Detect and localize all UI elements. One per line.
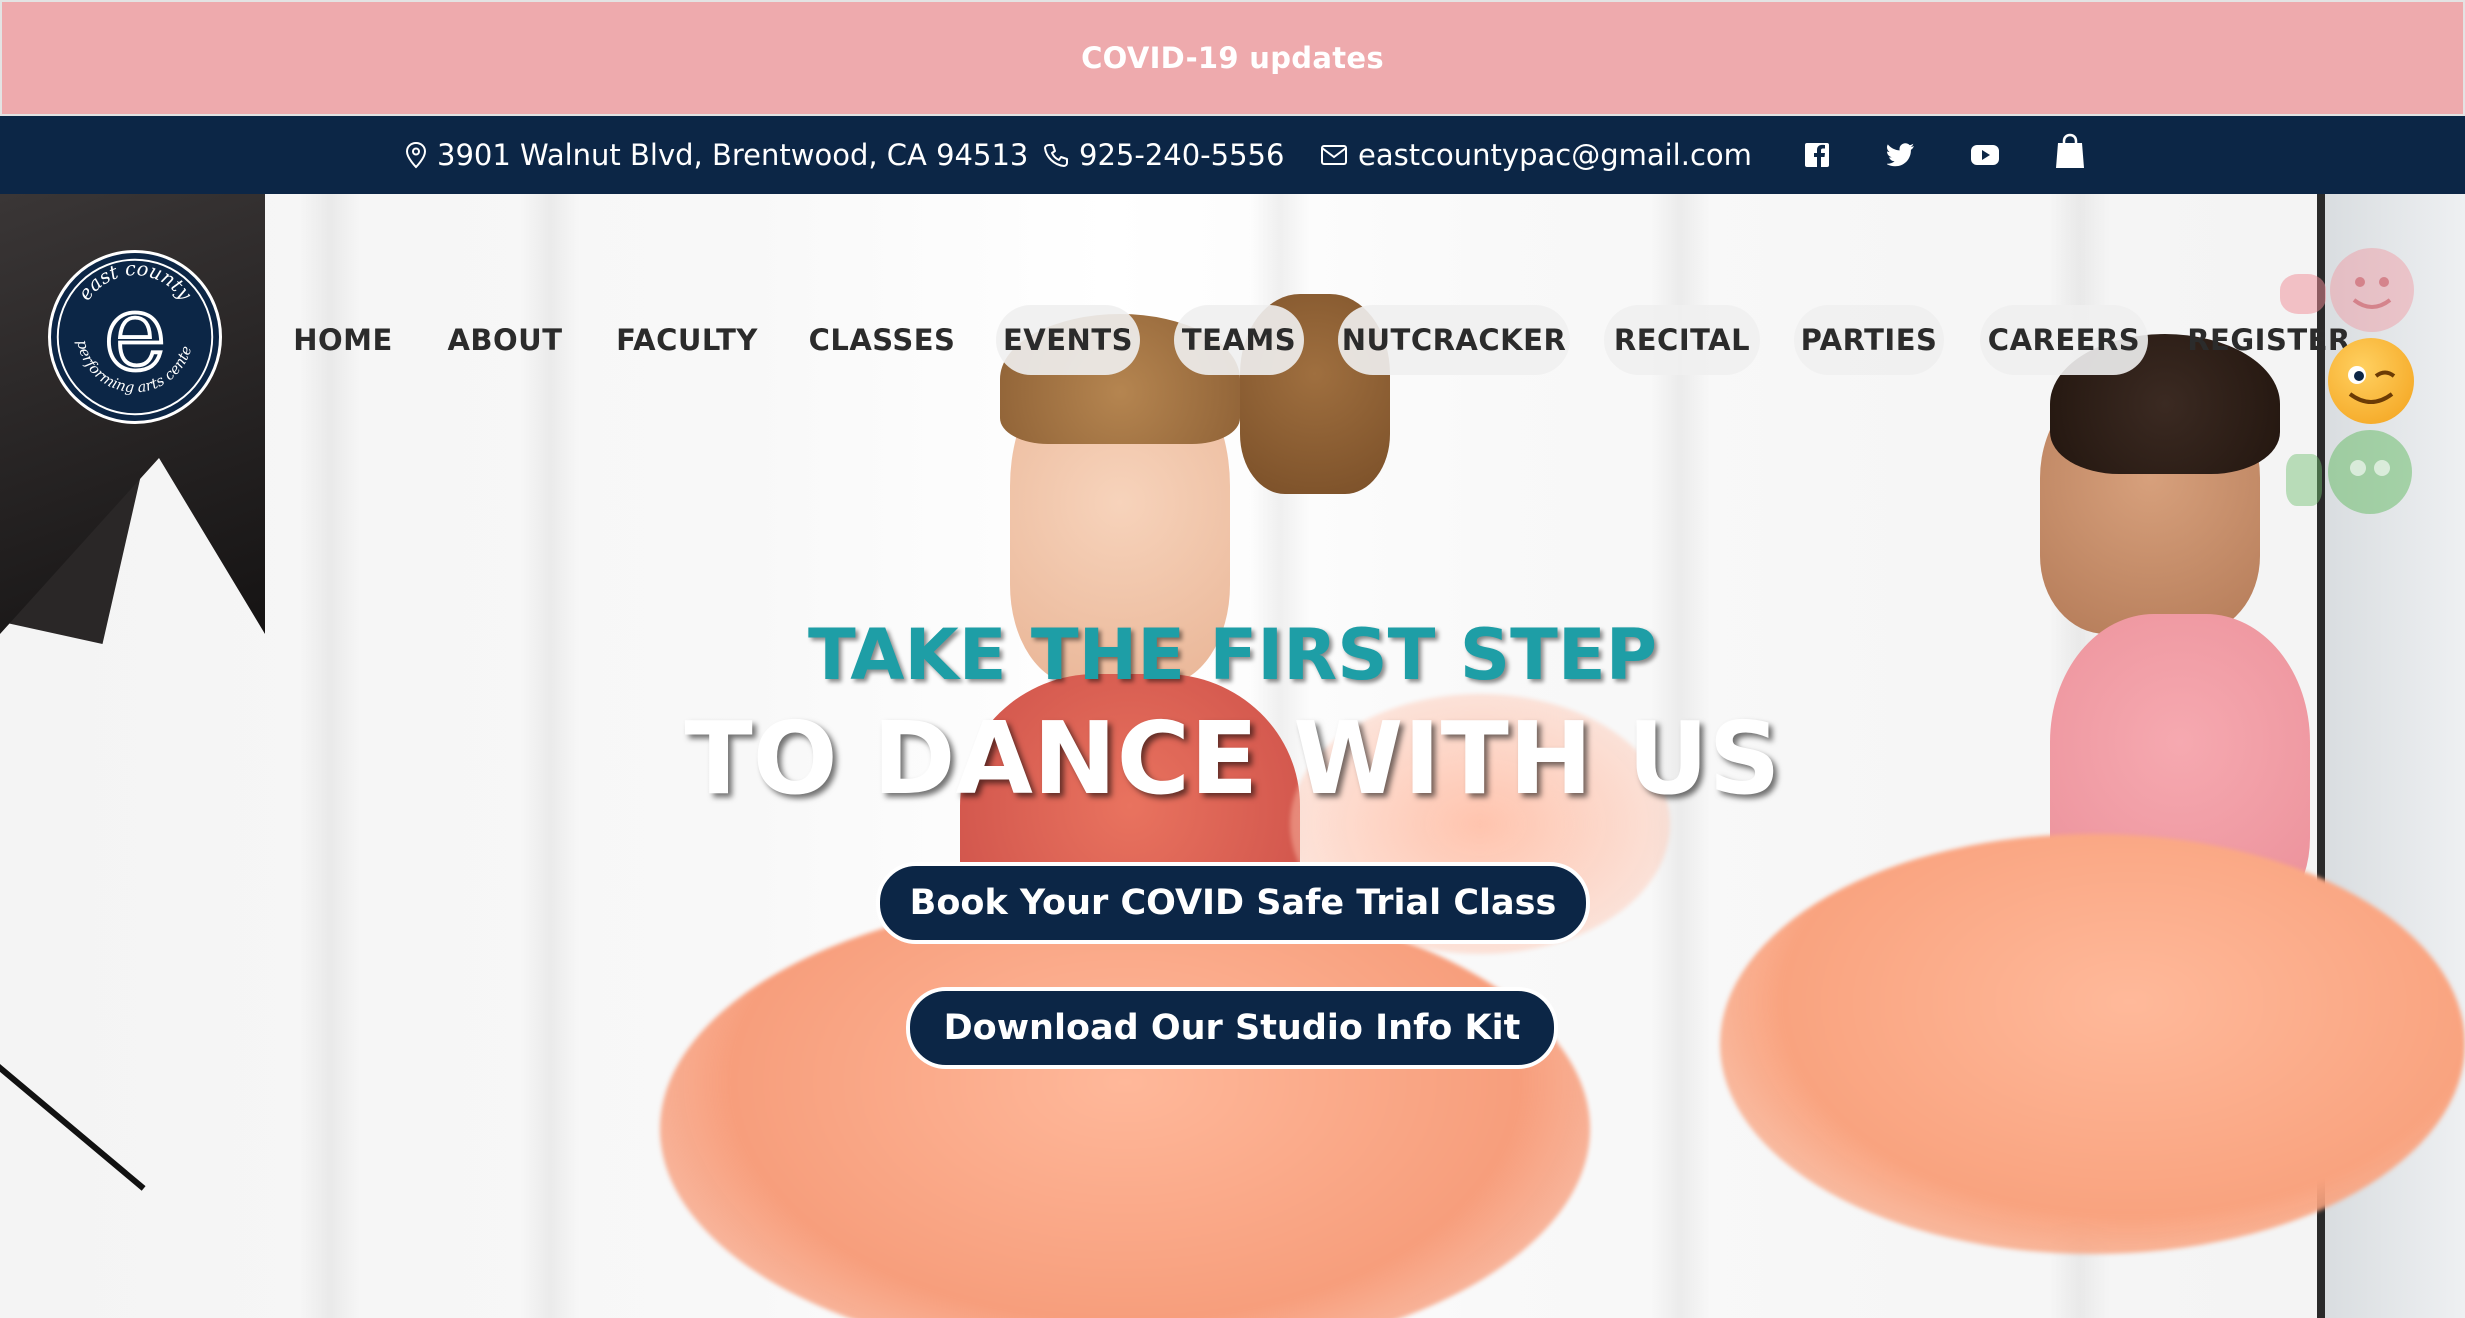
main-navigation: HOME ABOUT FACULTY CLASSES EVENTS TEAMS … — [0, 305, 2465, 375]
heart-icon — [2280, 274, 2326, 314]
facebook-icon[interactable] — [1800, 138, 1834, 172]
youtube-icon[interactable] — [1968, 138, 2002, 172]
shopping-bag-icon[interactable] — [2053, 133, 2087, 168]
nav-classes[interactable]: CLASSES — [804, 305, 960, 375]
hero-headline: TO DANCE WITH US — [684, 700, 1781, 817]
hero-tagline: TAKE THE FIRST STEP — [807, 614, 1658, 696]
covid-updates-link[interactable]: COVID-19 updates — [1081, 41, 1384, 75]
nav-about[interactable]: ABOUT — [440, 305, 570, 375]
book-trial-class-button[interactable]: Book Your COVID Safe Trial Class — [876, 862, 1590, 944]
phone-icon — [1043, 142, 1069, 168]
nav-faculty[interactable]: FACULTY — [606, 305, 768, 375]
email[interactable]: eastcountypac@gmail.com — [1320, 138, 1752, 172]
mail-icon — [1320, 144, 1348, 166]
nav-teams[interactable]: TEAMS — [1174, 305, 1304, 375]
nav-parties[interactable]: PARTIES — [1794, 305, 1944, 375]
nav-careers[interactable]: CAREERS — [1980, 305, 2148, 375]
contact-bar: 3901 Walnut Blvd, Brentwood, CA 94513 92… — [0, 116, 2465, 194]
covid-updates-banner[interactable]: COVID-19 updates — [0, 0, 2465, 116]
neutral-face-icon[interactable] — [2328, 430, 2412, 514]
twitter-icon[interactable] — [1884, 138, 1918, 172]
nav-nutcracker[interactable]: NUTCRACKER — [1338, 305, 1570, 375]
winking-face-icon[interactable] — [2328, 338, 2414, 424]
phone-text: 925-240-5556 — [1079, 138, 1285, 172]
phone[interactable]: 925-240-5556 — [1043, 138, 1284, 172]
address[interactable]: 3901 Walnut Blvd, Brentwood, CA 94513 — [405, 138, 1028, 172]
download-info-kit-button[interactable]: Download Our Studio Info Kit — [906, 987, 1558, 1069]
map-pin-icon — [405, 141, 427, 169]
happy-face-icon[interactable] — [2330, 248, 2414, 332]
email-text: eastcountypac@gmail.com — [1358, 138, 1752, 172]
nav-home[interactable]: HOME — [282, 305, 404, 375]
nav-events[interactable]: EVENTS — [996, 305, 1140, 375]
thumbs-up-icon — [2286, 454, 2322, 506]
hero-section: e east county performing arts center HOM… — [0, 194, 2465, 1318]
address-text: 3901 Walnut Blvd, Brentwood, CA 94513 — [437, 138, 1029, 172]
nav-recital[interactable]: RECITAL — [1604, 305, 1760, 375]
